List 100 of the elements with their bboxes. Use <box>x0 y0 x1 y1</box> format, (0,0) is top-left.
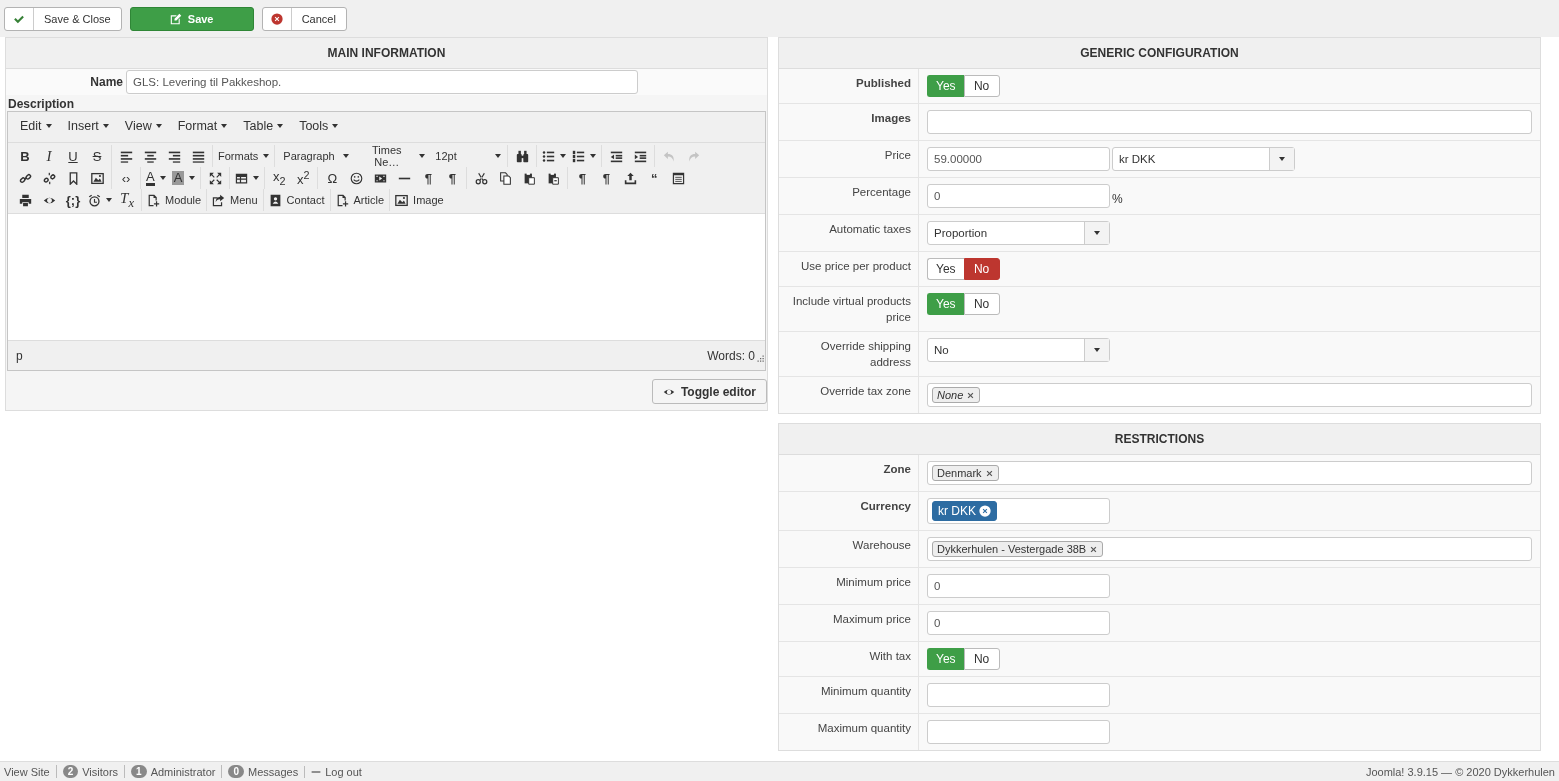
redo-icon <box>686 149 700 163</box>
binoculars-icon <box>515 149 529 163</box>
caret-icon <box>419 154 426 158</box>
editor-tool-button[interactable]: ¶ <box>594 167 619 189</box>
text-field[interactable] <box>927 720 1110 745</box>
insert-button[interactable]: Article <box>332 189 388 211</box>
editor-dropdown[interactable]: Times Ne… <box>353 145 430 167</box>
picture-icon <box>395 193 409 207</box>
toggle-option[interactable]: No <box>963 75 1000 97</box>
editor-tool-button[interactable]: U <box>61 145 85 167</box>
editor-tool-button[interactable]: ‹› <box>114 167 138 189</box>
contact-card-icon <box>268 193 282 207</box>
save-close-button[interactable]: Save & Close <box>4 6 122 31</box>
editor-tool-button[interactable]: A <box>168 167 199 189</box>
editor-tool-button[interactable]: B <box>13 145 37 167</box>
tag: Dykkerhulen - Vestergade 38B <box>932 541 1104 558</box>
printer-icon <box>18 193 32 207</box>
text-field[interactable] <box>927 683 1110 708</box>
align-center-icon <box>143 149 157 163</box>
document-plus-icon <box>147 193 160 207</box>
editor-menu[interactable]: Tools <box>291 116 347 136</box>
paste-text-icon <box>546 171 560 185</box>
caret-icon <box>343 154 350 158</box>
tag-field[interactable]: kr DKK <box>927 498 1110 525</box>
toggle-option[interactable]: Yes <box>927 258 964 280</box>
picture-icon <box>90 171 104 185</box>
formats-menu[interactable]: Formats <box>215 145 273 167</box>
editor-menu[interactable]: Format <box>169 116 236 136</box>
remove-icon <box>1089 544 1099 554</box>
justify-icon <box>191 149 205 163</box>
tag: Denmark <box>932 465 999 482</box>
caret-icon <box>277 124 284 128</box>
editor-menu[interactable]: View <box>116 116 170 136</box>
status-link[interactable]: View Site <box>4 765 56 778</box>
toggle-editor-button[interactable]: Toggle editor <box>651 379 767 404</box>
cancel-circle-icon <box>270 12 283 25</box>
remove-icon <box>984 468 994 478</box>
editor-dropdown[interactable]: Paragraph <box>277 145 354 167</box>
toggle-option[interactable]: No <box>963 258 1000 280</box>
editor-tool-button[interactable]: I <box>37 145 61 167</box>
insert-button[interactable]: Module <box>144 189 205 211</box>
status-link[interactable]: 1 Administrator <box>124 765 222 778</box>
paste-icon <box>522 171 536 185</box>
caret-icon <box>495 154 502 158</box>
text-field[interactable]: 0 <box>927 574 1110 599</box>
tag-field[interactable]: None <box>927 383 1532 408</box>
editor-tool-button[interactable]: ¶ <box>416 167 441 189</box>
caret-icon <box>155 124 162 128</box>
link-icon <box>18 171 32 185</box>
editor-tool-button[interactable]: Ω <box>320 167 345 189</box>
caret-icon <box>221 124 228 128</box>
editor-tool-button[interactable]: x$^{2}$ <box>291 167 316 189</box>
status-link[interactable]: 0 Messages <box>221 765 305 778</box>
unlink-icon <box>42 171 56 185</box>
text-field[interactable]: 0 <box>927 184 1110 208</box>
share-icon <box>212 193 226 207</box>
toggle-option[interactable]: No <box>963 648 1000 671</box>
insert-button[interactable]: Menu <box>209 189 261 211</box>
insert-button[interactable]: Image <box>392 189 447 211</box>
text-field[interactable]: 0 <box>927 611 1110 636</box>
dropdown-field[interactable]: Proportion <box>927 221 1110 245</box>
unit-label: % <box>1112 191 1123 206</box>
editor-tool-button[interactable]: ¶ <box>570 167 595 189</box>
version-text: Joomla! 3.9.15 — © 2020 Dykkerhulen <box>1365 765 1555 778</box>
outdent-icon <box>609 149 623 163</box>
remove-icon <box>966 390 976 400</box>
editor-menu[interactable]: Table <box>235 116 292 136</box>
status-link[interactable]: 2 Visitors <box>55 765 125 778</box>
tag: kr DKK <box>932 501 997 522</box>
insert-button[interactable]: Contact <box>265 189 328 211</box>
fullscreen-icon <box>208 171 222 185</box>
panel-title: RESTRICTIONS <box>779 424 1540 456</box>
editor-tool-button[interactable]: S <box>85 145 109 167</box>
field-label: Description <box>7 96 75 111</box>
editor-menu[interactable]: Insert <box>59 116 117 136</box>
count-badge: 0 <box>228 765 244 778</box>
tag-field[interactable]: Dykkerhulen - Vestergade 38B <box>927 537 1532 562</box>
name-field[interactable]: GLS: Levering til Pakkeshop. <box>126 70 638 94</box>
editor-dropdown[interactable]: 12pt <box>429 145 506 167</box>
caret-icon <box>332 124 339 128</box>
editor-menu[interactable]: Edit <box>12 116 60 136</box>
editor-tool-button[interactable]: {;} <box>61 189 85 211</box>
dropdown-field[interactable]: kr DKK <box>1112 147 1295 171</box>
editor-tool-button[interactable]: x$_{2}$ <box>267 167 292 189</box>
editor-tool-button[interactable]: T$_{x}$ <box>115 189 139 211</box>
template-icon <box>671 171 685 185</box>
cancel-button[interactable]: Cancel <box>261 6 347 31</box>
caret-icon <box>1094 348 1100 353</box>
editor-tool-button[interactable]: A <box>143 167 169 189</box>
editor-tool-button[interactable]: “ <box>642 167 667 189</box>
remove-circle-icon <box>979 505 991 518</box>
element-path: p <box>16 348 23 363</box>
text-field[interactable]: 59.00000 <box>927 147 1110 171</box>
editor-tool-button[interactable]: ¶ <box>440 167 465 189</box>
toggle-option[interactable]: No <box>963 293 1000 315</box>
logout-link[interactable]: Log out <box>304 765 368 778</box>
panel-title: MAIN INFORMATION <box>6 38 767 69</box>
dropdown-field[interactable]: No <box>927 338 1110 363</box>
text-field[interactable] <box>927 110 1532 134</box>
tag-field[interactable]: Denmark <box>927 461 1532 486</box>
